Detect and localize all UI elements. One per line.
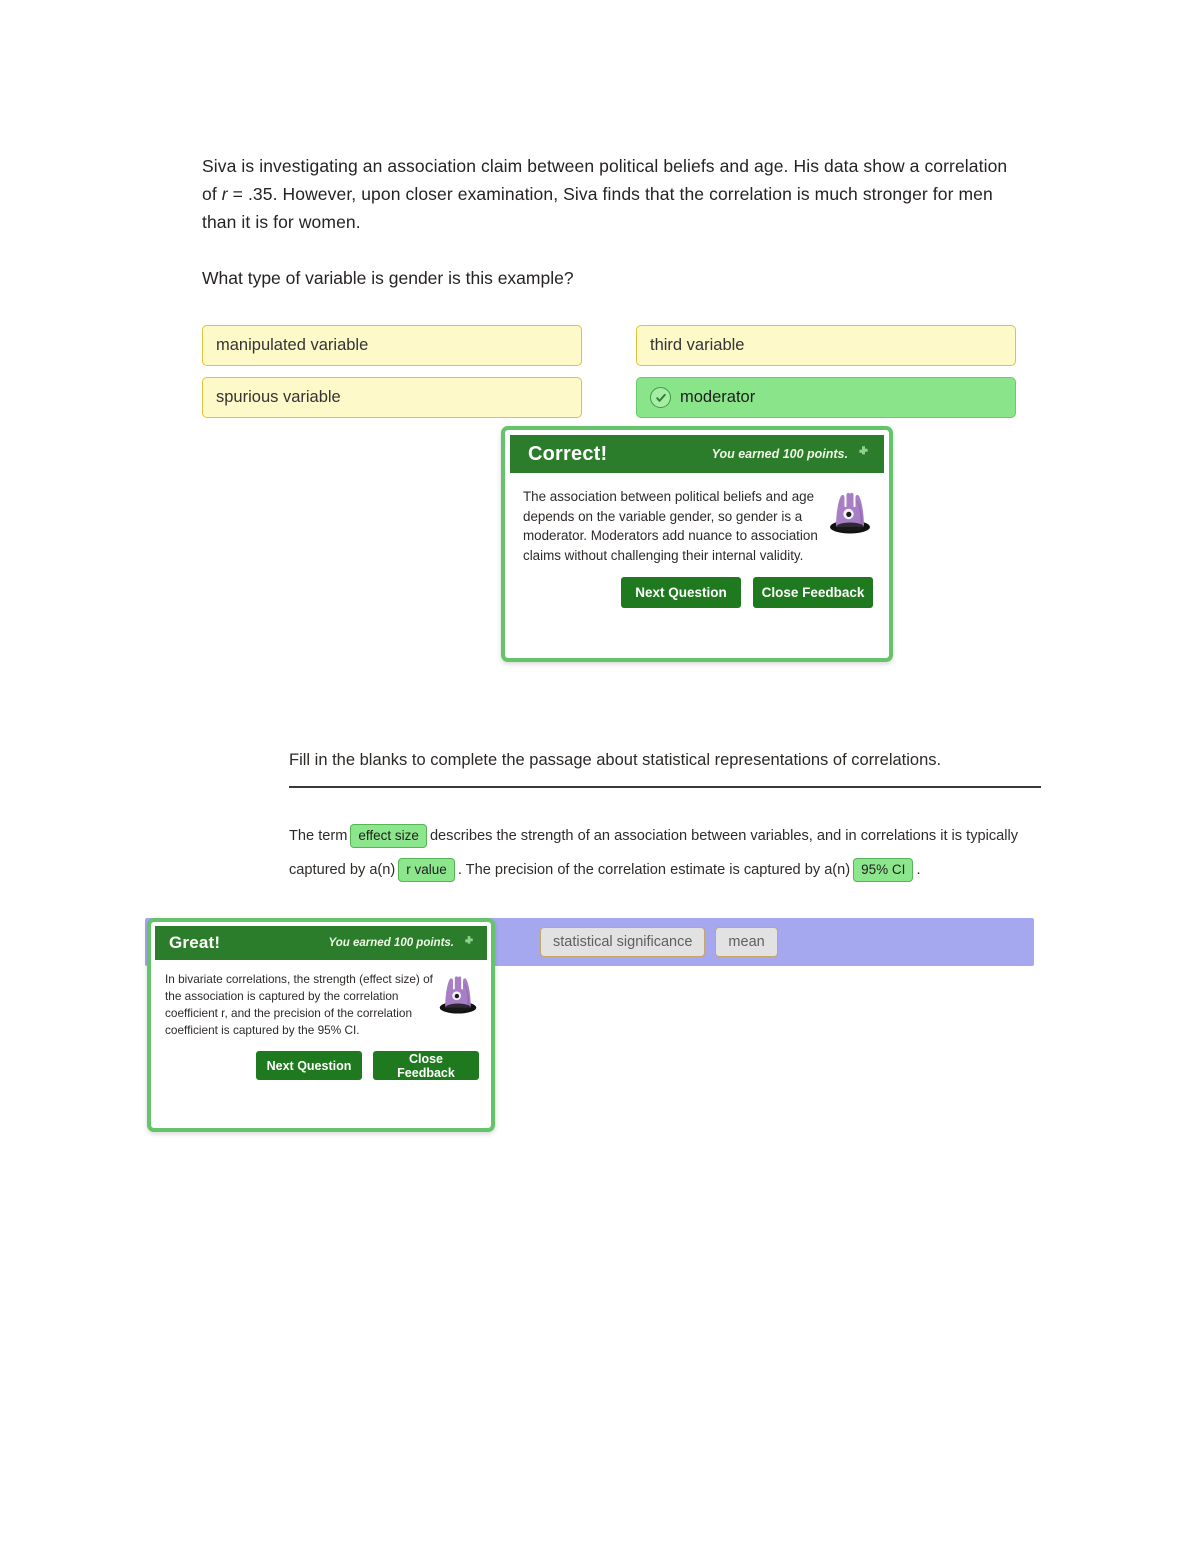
feedback-points: You earned 100 points. — [328, 937, 454, 949]
feedback-points-group: You earned 100 points. — [712, 445, 870, 463]
feedback-title: Great! — [169, 933, 221, 952]
monster-avatar-icon — [437, 971, 479, 1039]
fill-in-blanks-heading: Fill in the blanks to complete the passa… — [289, 751, 942, 769]
option-label: moderator — [680, 388, 756, 406]
option-moderator[interactable]: moderator — [636, 377, 1016, 418]
passage-text-1: The term — [289, 828, 348, 844]
monster-avatar-icon — [827, 487, 873, 565]
question-stem-part2: = .35. However, upon closer examination,… — [202, 184, 993, 232]
option-third-variable[interactable]: third variable — [636, 325, 1016, 366]
feedback-body: The association between political belief… — [505, 473, 889, 565]
feedback-actions: Next Question Close Feedback — [505, 565, 889, 608]
question-prompt: What type of variable is gender is this … — [202, 268, 574, 288]
plus-icon — [857, 445, 870, 463]
next-question-button[interactable]: Next Question — [256, 1051, 362, 1080]
passage-text-4: . — [916, 862, 921, 878]
plus-icon — [463, 934, 475, 952]
section-divider — [289, 786, 1041, 788]
feedback-actions: Next Question Close Feedback — [151, 1039, 491, 1080]
option-manipulated-variable[interactable]: manipulated variable — [202, 325, 582, 366]
feedback-text: The association between political belief… — [523, 489, 818, 563]
fill-in-blanks-section: Fill in the blanks to complete the passa… — [289, 748, 1041, 887]
passage-text-3: . The precision of the correlation estim… — [457, 862, 851, 878]
feedback-body: In bivariate correlations, the strength … — [151, 960, 491, 1039]
option-label: manipulated variable — [216, 336, 369, 354]
question-stem: Siva is investigating an association cla… — [202, 152, 1020, 236]
blank-effect-size[interactable]: effect size — [350, 824, 427, 849]
option-label: spurious variable — [216, 388, 341, 406]
question-block: Siva is investigating an association cla… — [202, 152, 1020, 292]
next-question-button[interactable]: Next Question — [621, 577, 741, 608]
word-chip-statistical-significance[interactable]: statistical significance — [540, 927, 706, 957]
feedback-header: Correct! You earned 100 points. — [510, 435, 884, 473]
feedback-text: In bivariate correlations, the strength … — [165, 972, 433, 1037]
option-label: third variable — [650, 336, 745, 354]
feedback-points-group: You earned 100 points. — [329, 934, 475, 952]
close-feedback-button[interactable]: Close Feedback — [753, 577, 873, 608]
answer-options: manipulated variable third variable spur… — [202, 325, 1016, 418]
feedback-popup-correct: Correct! You earned 100 points. The asso… — [501, 426, 893, 662]
feedback-header: Great! You earned 100 points. — [155, 926, 487, 960]
blank-r-value[interactable]: r value — [398, 858, 455, 883]
word-chip-mean[interactable]: mean — [715, 927, 778, 957]
close-feedback-button[interactable]: Close Feedback — [373, 1051, 479, 1080]
option-spurious-variable[interactable]: spurious variable — [202, 377, 582, 418]
feedback-points: You earned 100 points. — [711, 447, 848, 461]
fill-in-blanks-passage: The term effect size describes the strengt… — [289, 819, 1041, 887]
feedback-title: Correct! — [528, 442, 608, 465]
blank-95-ci[interactable]: 95% CI — [853, 858, 914, 883]
check-circle-icon — [650, 387, 671, 408]
feedback-popup-great: Great! You earned 100 points. In bivaria… — [147, 918, 495, 1132]
